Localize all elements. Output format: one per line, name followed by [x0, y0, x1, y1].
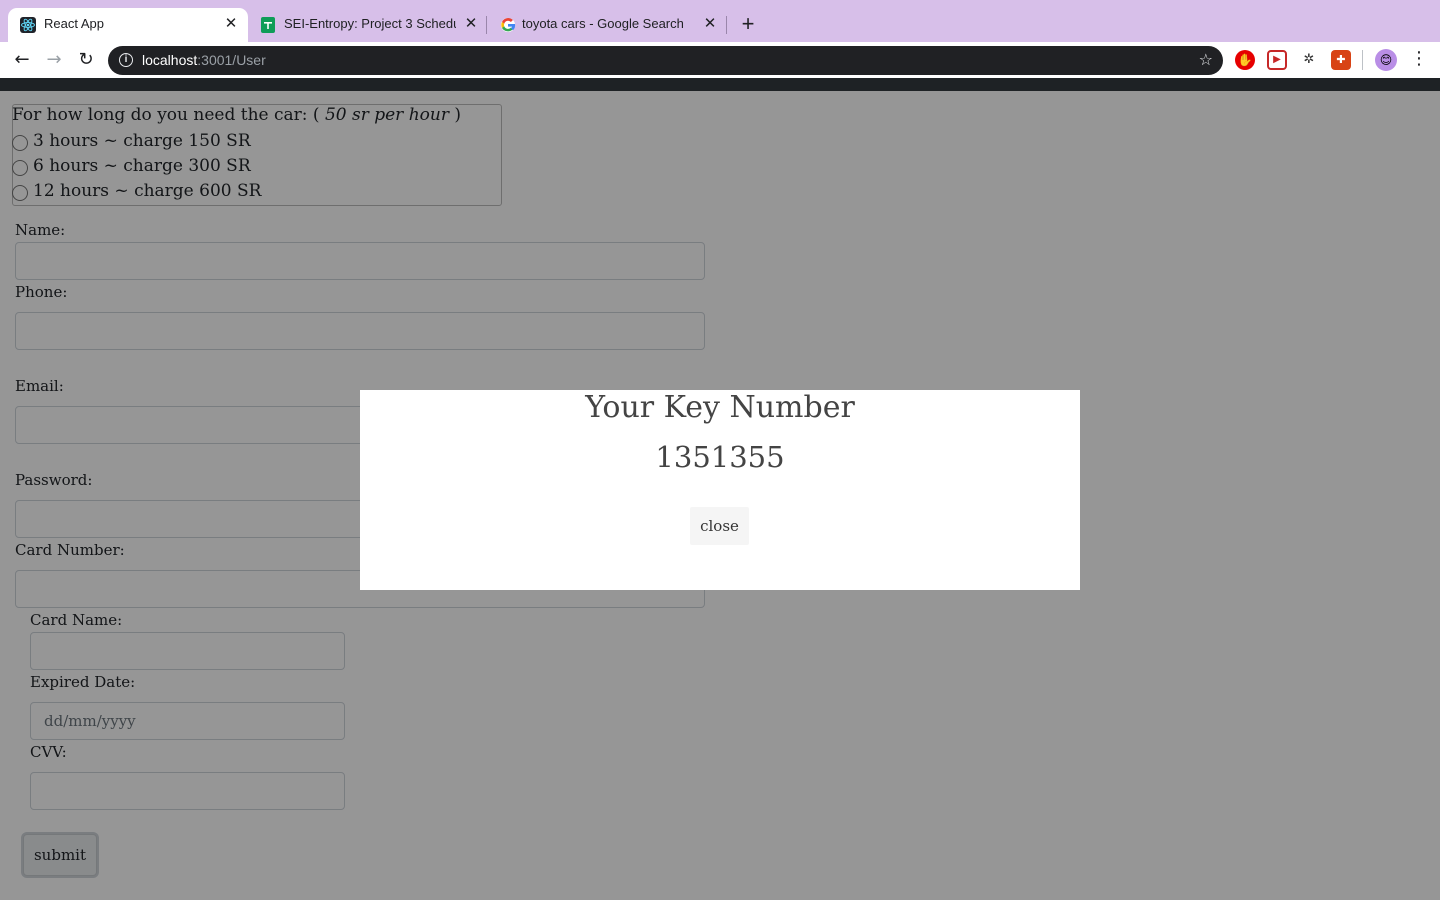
profile-avatar[interactable]: 😊	[1375, 49, 1397, 71]
puzzle-extension-icon[interactable]: ✚	[1331, 50, 1351, 70]
browser-toolbar: ← → ↻ i localhost:3001/User ☆ ✋ ▶ ✲ ✚ 😊 …	[0, 42, 1440, 78]
toolbar-divider	[1362, 50, 1363, 70]
bug-extension-icon[interactable]: ✲	[1299, 50, 1319, 70]
tab-sei-entropy[interactable]: SEI-Entropy: Project 3 Schedule ✕	[248, 8, 486, 42]
modal-title: Your Key Number	[585, 390, 855, 425]
browser-menu-icon[interactable]: ⋮	[1410, 48, 1428, 70]
tab-separator	[486, 16, 487, 34]
tab-google-search[interactable]: toyota cars - Google Search ✕	[488, 8, 726, 42]
reload-icon[interactable]: ↻	[76, 50, 96, 70]
address-bar[interactable]: i localhost:3001/User ☆	[108, 46, 1223, 75]
key-number-modal: Your Key Number 1351355 close	[360, 390, 1080, 590]
bookmark-star-icon[interactable]: ☆	[1199, 50, 1213, 69]
tab-title: SEI-Entropy: Project 3 Schedule	[284, 16, 456, 31]
forward-arrow-icon[interactable]: →	[44, 50, 64, 70]
react-icon	[20, 17, 36, 33]
video-extension-icon[interactable]: ▶	[1267, 50, 1287, 70]
back-arrow-icon[interactable]: ←	[12, 50, 32, 70]
url-path: :3001/User	[197, 52, 266, 68]
sheets-icon	[261, 17, 275, 33]
tab-close-icon[interactable]: ✕	[222, 15, 240, 33]
tab-title: toyota cars - Google Search	[522, 16, 684, 31]
tab-close-icon[interactable]: ✕	[701, 15, 719, 33]
url-text[interactable]: localhost:3001/User	[142, 52, 266, 68]
tab-react-app[interactable]: React App ✕	[8, 8, 248, 42]
adblock-extension-icon[interactable]: ✋	[1235, 50, 1255, 70]
new-tab-plus-icon[interactable]: +	[737, 13, 759, 35]
browser-tabstrip: React App ✕ SEI-Entropy: Project 3 Sched…	[0, 0, 1440, 42]
tab-close-icon[interactable]: ✕	[462, 15, 480, 33]
site-info-icon[interactable]: i	[119, 53, 133, 67]
tab-separator	[726, 16, 727, 34]
google-icon	[501, 18, 516, 32]
tab-title: React App	[44, 16, 104, 31]
close-button[interactable]: close	[690, 507, 749, 545]
url-host: localhost	[142, 52, 198, 68]
key-number-value: 1351355	[655, 440, 785, 474]
